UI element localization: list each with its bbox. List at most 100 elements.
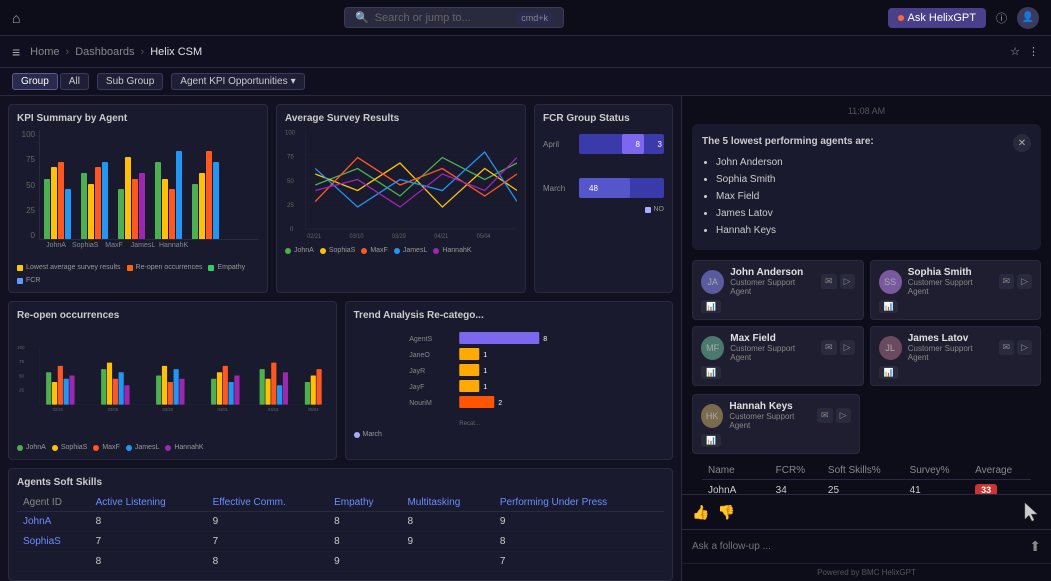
agent-avatar: HK [701,404,723,428]
cell-agent-id[interactable]: SophiaS [17,532,90,552]
perf-fcr: 34 [770,480,822,495]
app-header: ⌂ 🔍 Search or jump to... cmd+k Ask Helix… [0,0,1051,36]
agent-bar-maxf [118,157,145,239]
svg-text:1: 1 [483,352,487,359]
cell-performing: 9 [494,512,664,532]
cell-effective-comm: 7 [207,532,328,552]
cell-multitasking: 8 [401,512,493,532]
stats-button[interactable]: 📊 [701,300,721,313]
agent-name: Sophia Smith [908,267,993,278]
stats-button[interactable]: 📊 [879,366,899,379]
cell-performing: 7 [494,552,664,572]
thumbs-down-button[interactable]: 👎 [717,504,734,521]
col-active-listening: Active Listening [90,494,207,512]
ai-follow-up-input[interactable] [692,541,1021,552]
breadcrumb-current[interactable]: Helix CSM [150,46,202,58]
agent-bar-johna [44,162,71,239]
kpi-chart-card: KPI Summary by Agent 100 75 50 25 0 [8,104,268,293]
search-bar: 🔍 Search or jump to... cmd+k [32,7,875,28]
send-button[interactable]: ⬆ [1029,538,1041,555]
cell-agent-id[interactable]: JohnA [17,512,90,532]
bar [58,162,64,239]
agent-bar-hannahk [192,151,219,239]
trend-chart-title: Trend Analysis Re-catego... [354,310,665,321]
fcr-chart-title: FCR Group Status [543,113,664,124]
bar [176,151,182,239]
close-button[interactable]: ✕ [1013,134,1031,152]
kpi-chart: 100 75 50 25 0 [17,130,259,260]
bar [118,189,124,239]
search-input-wrap[interactable]: 🔍 Search or jump to... cmd+k [344,7,564,28]
ask-helix-label: Ask HelixGPT [908,12,976,24]
nav-actions: ☆ ⋮ [1010,45,1039,58]
perf-col-name: Name [702,462,770,480]
stats-button[interactable]: 📊 [701,434,721,447]
trend-svg: AgentS 8 JaneO 1 JayR 1 Ja [354,327,665,427]
agent-action-btn[interactable]: ▷ [1017,340,1032,355]
home-icon[interactable]: ⌂ [12,10,20,26]
breadcrumb: Home › Dashboards › Helix CSM [30,46,202,58]
agent-card-max: MF Max Field Customer Support Agent ✉ ▷ … [692,326,864,386]
agent-action-btn[interactable]: ✉ [999,274,1015,289]
kpi-legend: Lowest average survey results Re-open oc… [17,264,259,284]
powered-by: Powered by BMC HelixGPT [682,563,1051,581]
agent-action-btn[interactable]: ▷ [836,408,851,423]
agent-avatar: MF [701,336,724,360]
charts-row-2: Re-open occurrences 100 75 50 25 [8,301,673,460]
svg-text:JayR: JayR [409,368,425,375]
trend-chart-card: Trend Analysis Re-catego... AgentS 8 Jan… [345,301,674,460]
cell-active-listening: 8 [90,512,207,532]
kpi-bars-area [39,130,259,240]
thumbs-up-button[interactable]: 👍 [692,504,709,521]
agent-action-btn[interactable]: ✉ [821,340,837,355]
table-row: SophiaS 7 7 8 9 8 [17,532,664,552]
stats-button[interactable]: 📊 [879,300,899,313]
svg-text:8: 8 [543,336,547,343]
agent-action-btn[interactable]: ✉ [821,274,837,289]
perf-table-row: JohnA 34 25 41 33 [702,480,1031,495]
ask-helix-button[interactable]: Ask HelixGPT [888,8,986,28]
agent-action-btn[interactable]: ✉ [999,340,1015,355]
share-button[interactable]: ⋮ [1028,45,1039,58]
breadcrumb-sep2: › [141,46,145,58]
agent-action-btn[interactable]: ▷ [1017,274,1032,289]
performance-table: Name FCR% Soft Skills% Survey% Average J… [702,462,1031,494]
svg-text:03/20: 03/20 [163,407,174,412]
svg-text:AgentS: AgentS [409,336,432,343]
all-filter-tag[interactable]: All [60,73,89,90]
agent-kpi-filter[interactable]: Agent KPI Opportunities ▾ [171,73,304,90]
bar [51,167,57,239]
cell-agent-id[interactable] [17,552,90,572]
svg-text:75: 75 [19,359,25,364]
perf-soft: 25 [822,480,904,495]
table-row: 8 8 9 7 [17,552,664,572]
help-icon[interactable]: ⓘ [996,10,1007,26]
stats-button[interactable]: 📊 [701,366,721,379]
agent-action-btn[interactable]: ▷ [840,340,855,355]
ai-message: ✕ The 5 lowest performing agents are: Jo… [692,124,1041,250]
agent-action-btn[interactable]: ▷ [840,274,855,289]
search-shortcut: cmd+k [516,12,553,24]
cell-active-listening: 8 [90,552,207,572]
group-filter-tag[interactable]: Group [12,73,58,90]
close-icon: ✕ [1018,138,1026,149]
star-button[interactable]: ☆ [1010,45,1020,58]
agent-action-btn[interactable]: ✉ [817,408,833,423]
svg-text:50: 50 [19,373,25,378]
charts-row-1: KPI Summary by Agent 100 75 50 25 0 [8,104,673,293]
breadcrumb-dashboards[interactable]: Dashboards [75,46,134,58]
sub-group-filter[interactable]: Sub Group [97,73,163,90]
fcr-bars: April 8 3 March 48 [543,130,664,202]
x-label: SophiaS [72,242,98,249]
cell-empathy: 8 [328,512,401,532]
filter-bar: Group All Sub Group Agent KPI Opportunit… [0,68,1051,96]
ai-chat-area: 11:08 AM ✕ The 5 lowest performing agent… [682,96,1051,494]
user-avatar[interactable]: 👤 [1017,7,1039,29]
agent-name: Hannah Keys [729,401,811,412]
menu-icon[interactable]: ≡ [12,44,20,60]
svg-text:JayF: JayF [409,384,424,391]
breadcrumb-home[interactable]: Home [30,46,59,58]
agent-card-sophia: SS Sophia Smith Customer Support Agent ✉… [870,260,1042,320]
bar [206,151,212,239]
kpi-chart-title: KPI Summary by Agent [17,113,259,124]
